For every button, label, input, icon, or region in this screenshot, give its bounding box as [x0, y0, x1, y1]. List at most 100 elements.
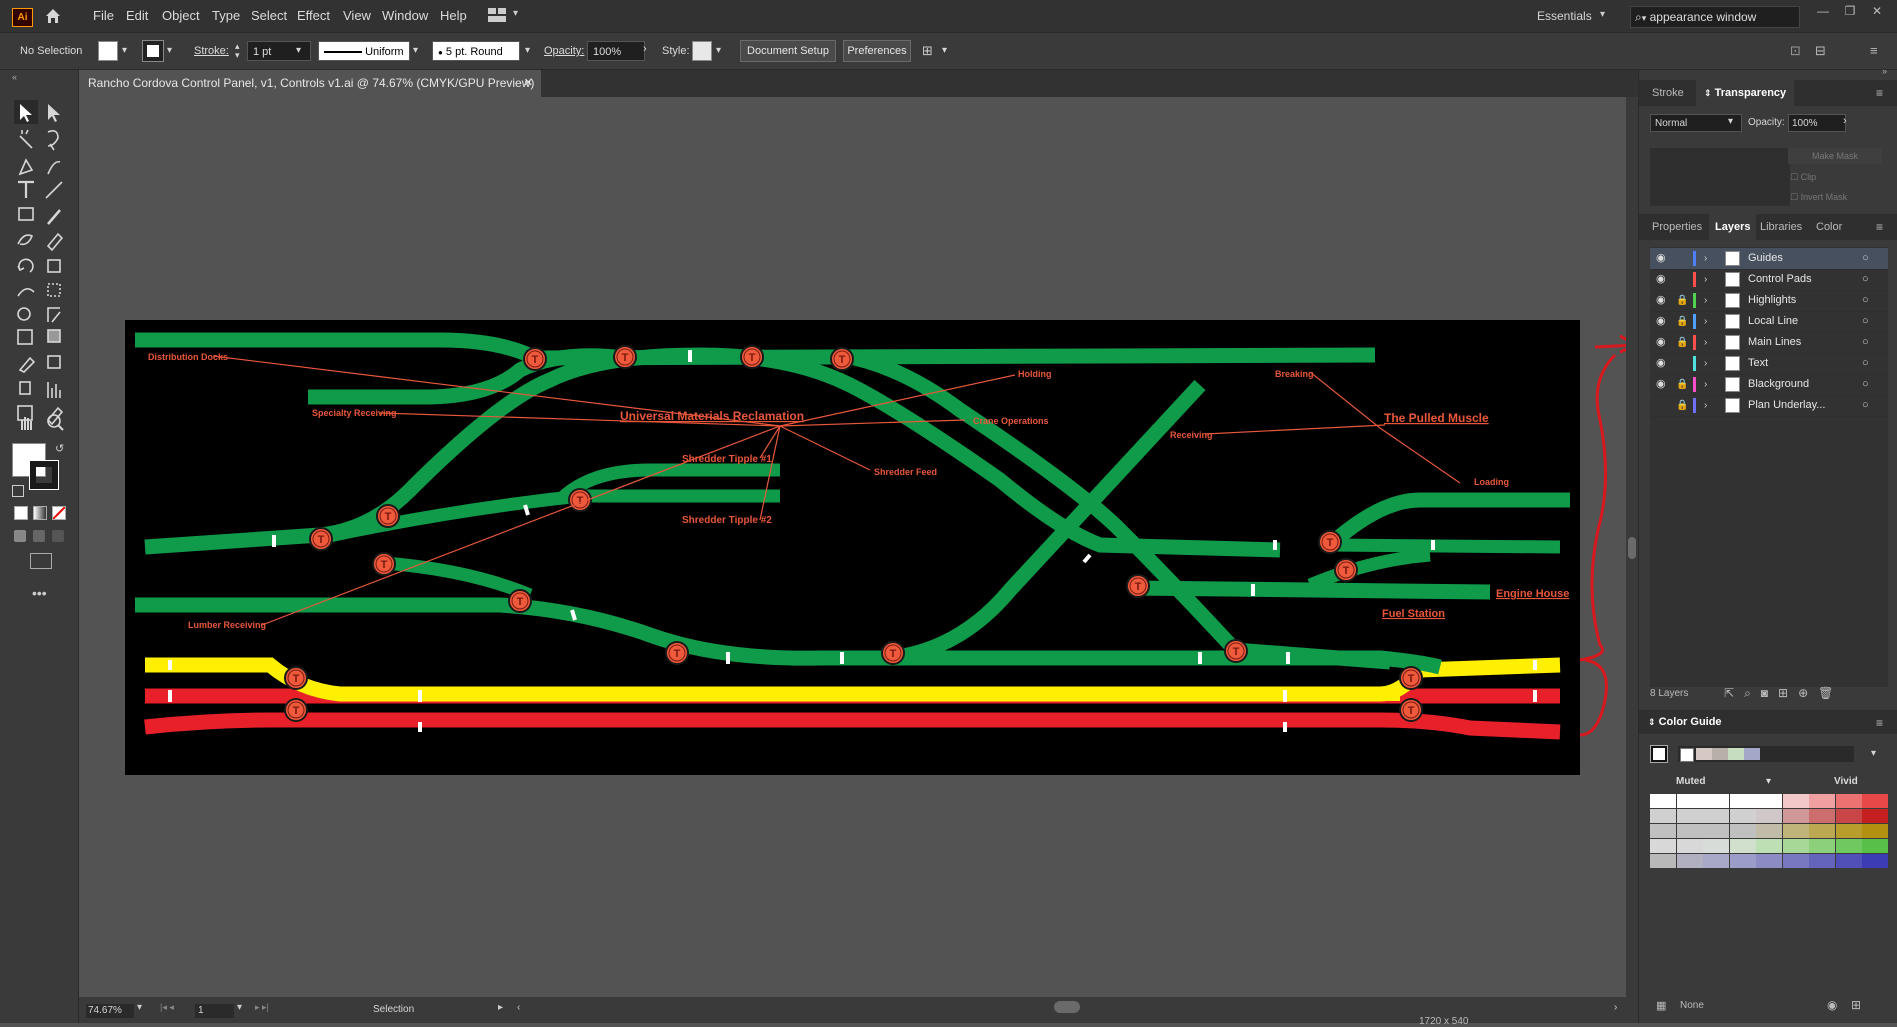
- scroll-right-arrow[interactable]: ›: [1614, 1002, 1617, 1013]
- color-variation-swatch[interactable]: [1703, 824, 1729, 838]
- chevron-right-icon[interactable]: ›: [1704, 332, 1707, 353]
- color-variation-swatch[interactable]: [1862, 824, 1888, 838]
- chevron-down-icon[interactable]: ▾: [1766, 776, 1771, 787]
- zoom-level-field[interactable]: 74.67%: [86, 1004, 134, 1018]
- edit-colors-icon[interactable]: ◉: [1827, 998, 1837, 1012]
- harmony-rule-bar[interactable]: [1678, 746, 1854, 762]
- tab-color[interactable]: Color: [1816, 214, 1842, 240]
- color-variation-swatch[interactable]: [1650, 809, 1676, 823]
- tab-properties[interactable]: Properties: [1652, 214, 1702, 240]
- eye-icon[interactable]: ◉: [1656, 248, 1666, 269]
- turnout-control-14[interactable]: T: [1318, 530, 1342, 554]
- invert-mask-checkbox[interactable]: ☐ Invert Mask: [1790, 192, 1847, 203]
- layer-name[interactable]: Main Lines: [1748, 332, 1801, 353]
- new-layer-icon[interactable]: ⊕: [1798, 686, 1818, 700]
- layer-name[interactable]: Text: [1748, 353, 1768, 374]
- color-variation-swatch[interactable]: [1835, 839, 1862, 853]
- chevron-right-icon[interactable]: ›: [1704, 269, 1707, 290]
- color-variation-swatch[interactable]: [1676, 839, 1703, 853]
- color-variation-swatch[interactable]: [1756, 794, 1782, 808]
- chevron-down-icon[interactable]: ▾: [137, 1002, 142, 1013]
- turnout-control-17[interactable]: T: [284, 698, 308, 722]
- lock-icon[interactable]: 🔒: [1676, 311, 1688, 332]
- layer-row-plan-underlay[interactable]: 🔒 › Plan Underlay... ○: [1650, 395, 1888, 417]
- artboard-number-field[interactable]: 1: [195, 1004, 234, 1018]
- track-lumber-connector[interactable]: [384, 556, 533, 602]
- color-variation-swatch[interactable]: [1862, 854, 1888, 868]
- turnout-control-19[interactable]: T: [1399, 698, 1423, 722]
- vertical-scrollbar[interactable]: [1626, 97, 1638, 997]
- layer-row-guides[interactable]: ◉ › Guides ○: [1650, 248, 1888, 270]
- chevron-down-icon[interactable]: ▾: [237, 1002, 242, 1013]
- color-variation-swatch[interactable]: [1782, 824, 1809, 838]
- color-variation-swatch[interactable]: [1782, 854, 1809, 868]
- status-menu-arrow[interactable]: ▸: [498, 1002, 503, 1013]
- tab-layers[interactable]: Layers: [1709, 214, 1757, 240]
- layer-name[interactable]: Control Pads: [1748, 269, 1812, 290]
- turnout-control-18[interactable]: T: [1399, 666, 1423, 690]
- lock-icon[interactable]: 🔒: [1676, 290, 1688, 311]
- color-variation-swatch[interactable]: [1835, 794, 1862, 808]
- color-variation-swatch[interactable]: [1835, 824, 1862, 838]
- panel-menu-icon[interactable]: ≡: [1876, 220, 1883, 234]
- color-variation-swatch[interactable]: [1756, 854, 1782, 868]
- locate-object-icon[interactable]: ⌕: [1744, 686, 1761, 700]
- color-variation-swatch[interactable]: [1703, 794, 1729, 808]
- turnout-control-4[interactable]: T: [830, 347, 854, 371]
- turnout-control-3[interactable]: T: [740, 345, 764, 369]
- color-variation-swatch[interactable]: [1676, 854, 1703, 868]
- target-circle-icon[interactable]: ○: [1862, 269, 1869, 290]
- chevron-right-icon[interactable]: ›: [1704, 290, 1707, 311]
- turnout-control-15[interactable]: T: [1334, 558, 1358, 582]
- chevron-right-icon[interactable]: ›: [1704, 248, 1707, 269]
- tab-libraries[interactable]: Libraries: [1760, 214, 1802, 240]
- layer-row-main-lines[interactable]: ◉ 🔒 › Main Lines ○: [1650, 332, 1888, 354]
- color-variation-swatch[interactable]: [1729, 854, 1756, 868]
- turnout-control-12[interactable]: T: [1224, 639, 1248, 663]
- target-circle-icon[interactable]: ○: [1862, 353, 1869, 374]
- target-circle-icon[interactable]: ○: [1862, 395, 1869, 416]
- color-variation-swatch[interactable]: [1703, 809, 1729, 823]
- target-circle-icon[interactable]: ○: [1862, 290, 1869, 311]
- transparency-opacity-field[interactable]: 100%: [1788, 114, 1846, 132]
- layer-row-blackground[interactable]: ◉ 🔒 › Blackground ○: [1650, 374, 1888, 396]
- color-variation-swatch[interactable]: [1650, 824, 1676, 838]
- panel-menu-icon[interactable]: ≡: [1876, 716, 1883, 730]
- panel-menu-icon[interactable]: ≡: [1876, 86, 1883, 100]
- target-circle-icon[interactable]: ○: [1862, 332, 1869, 353]
- lock-icon[interactable]: 🔒: [1676, 395, 1688, 416]
- eye-icon[interactable]: ◉: [1656, 332, 1666, 353]
- swatch-libraries-icon[interactable]: ▦: [1656, 999, 1666, 1012]
- chevron-right-icon[interactable]: ›: [1843, 115, 1847, 127]
- turnout-control-1[interactable]: T: [523, 347, 547, 371]
- layer-name[interactable]: Guides: [1748, 248, 1783, 269]
- turnout-control-6[interactable]: T: [376, 504, 400, 528]
- color-variation-swatch[interactable]: [1782, 794, 1809, 808]
- color-variation-swatch[interactable]: [1809, 839, 1835, 853]
- tab-stroke[interactable]: Stroke: [1652, 80, 1684, 106]
- clip-checkbox[interactable]: ☐ Clip: [1790, 172, 1816, 183]
- layer-row-highlights[interactable]: ◉ 🔒 › Highlights ○: [1650, 290, 1888, 312]
- save-group-icon[interactable]: ⊞: [1851, 998, 1861, 1012]
- eye-icon[interactable]: ◉: [1656, 374, 1666, 395]
- layer-row-text[interactable]: ◉ › Text ○: [1650, 353, 1888, 375]
- color-variation-swatch[interactable]: [1729, 824, 1756, 838]
- main-line-red-lower[interactable]: [144, 712, 1561, 740]
- eye-icon[interactable]: ◉: [1656, 290, 1666, 311]
- horizontal-scroll-thumb[interactable]: [1054, 1001, 1080, 1013]
- color-variation-swatch[interactable]: [1729, 839, 1756, 853]
- track-pulled-muscle-middle[interactable]: [1329, 538, 1561, 554]
- color-variation-swatch[interactable]: [1756, 809, 1782, 823]
- color-variation-swatch[interactable]: [1862, 809, 1888, 823]
- delete-layer-icon[interactable]: 🗑: [1818, 686, 1843, 700]
- color-variation-swatch[interactable]: [1835, 809, 1862, 823]
- turnout-control-2[interactable]: T: [613, 345, 637, 369]
- color-variation-swatch[interactable]: [1756, 839, 1782, 853]
- main-line-yellow[interactable]: [145, 657, 1561, 702]
- color-variation-swatch[interactable]: [1862, 794, 1888, 808]
- create-sublayer-icon[interactable]: ⊞: [1778, 686, 1798, 700]
- layer-row-control-pads[interactable]: ◉ › Control Pads ○: [1650, 269, 1888, 291]
- color-variation-swatch[interactable]: [1809, 809, 1835, 823]
- turnout-control-5[interactable]: T: [309, 527, 333, 551]
- color-variation-swatch[interactable]: [1809, 854, 1835, 868]
